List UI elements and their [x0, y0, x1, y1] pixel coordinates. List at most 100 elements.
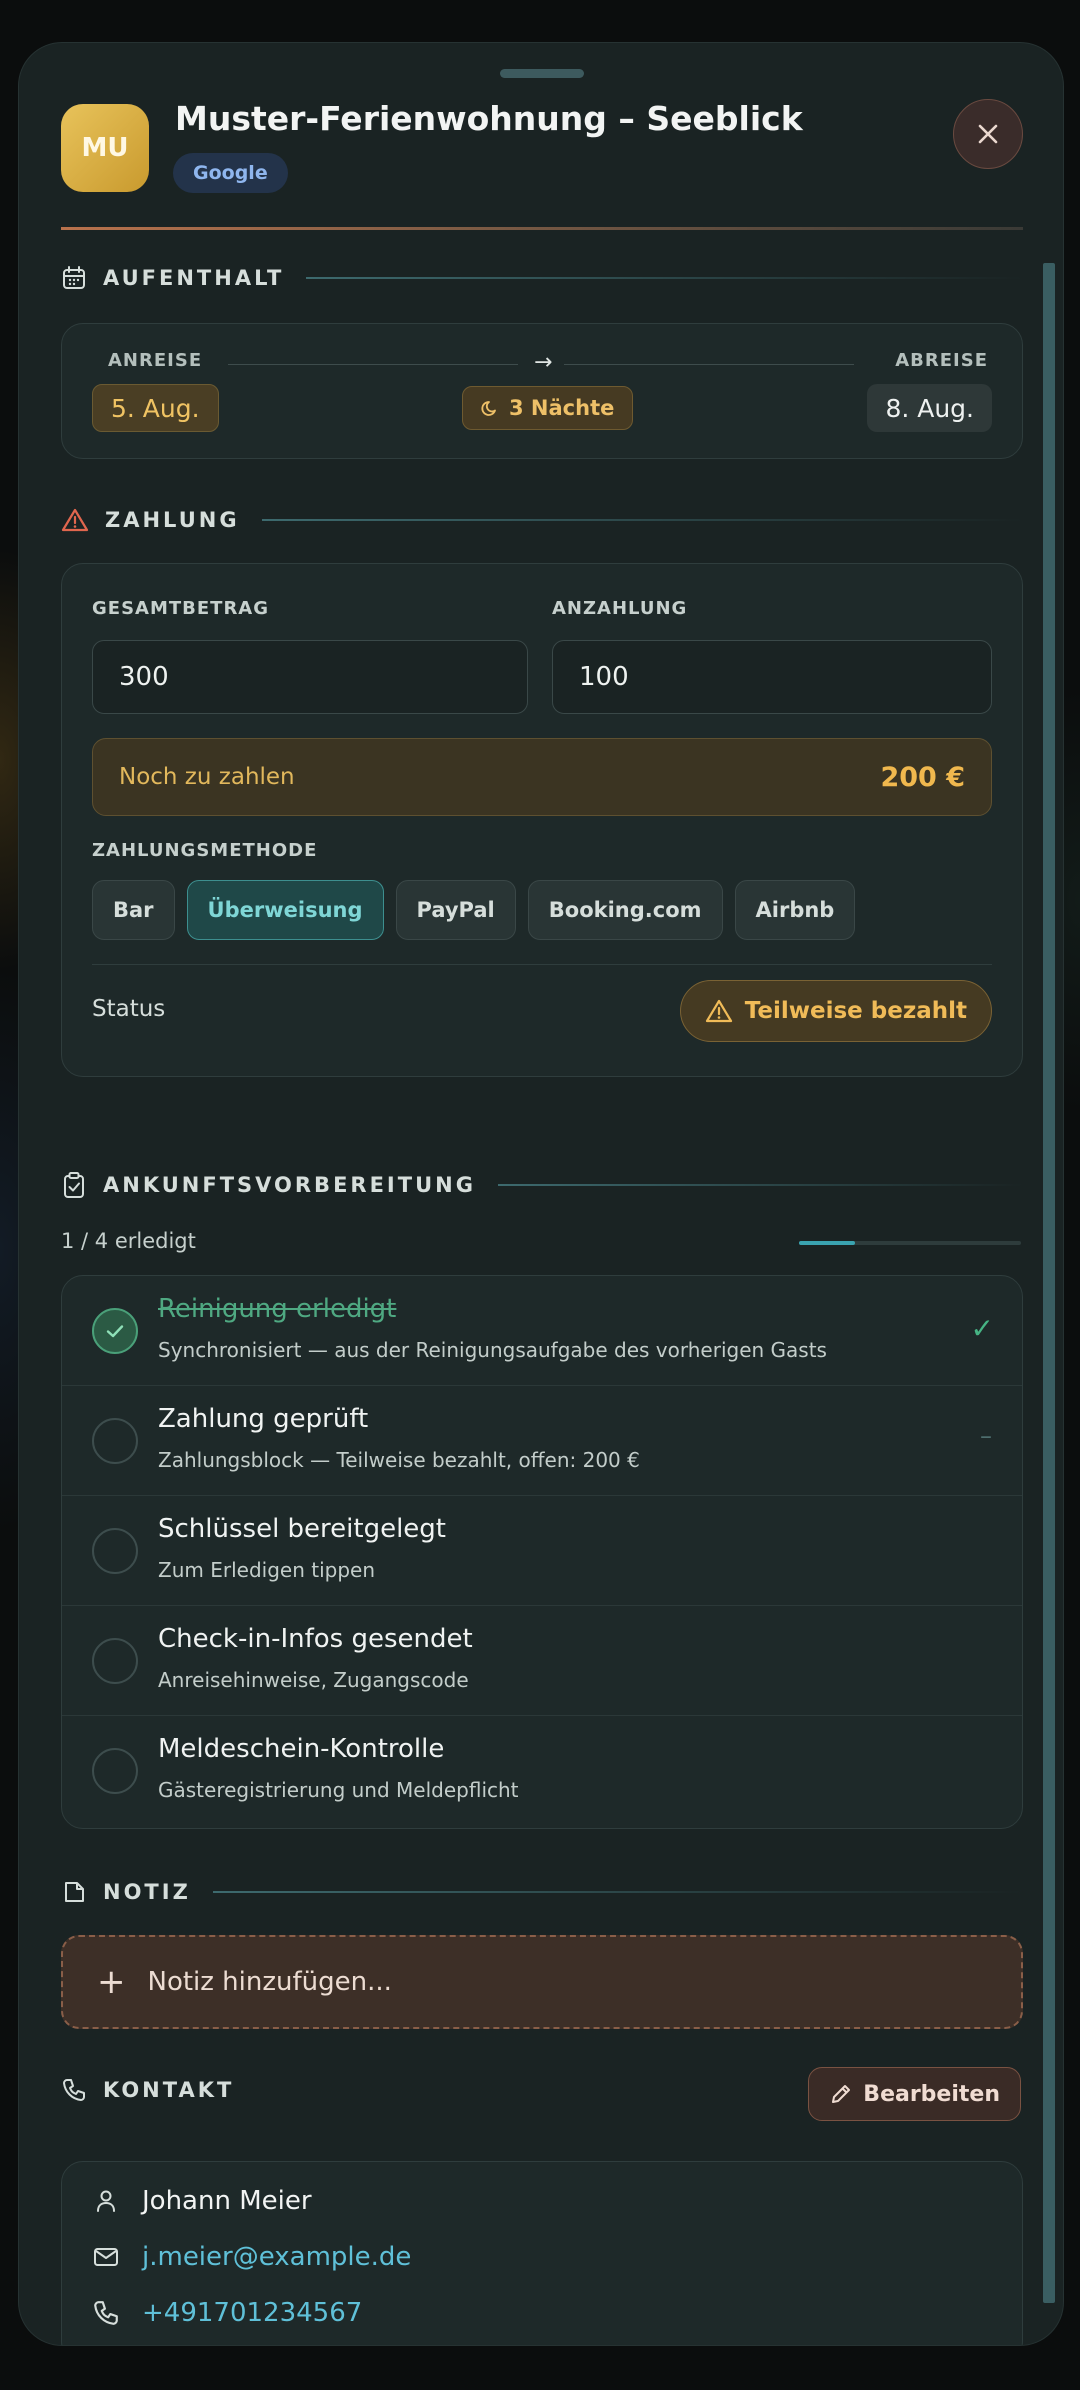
page-title: Muster-Ferienwohnung – Seeblick: [175, 99, 803, 138]
checklist-item-subtitle: Zahlungsblock — Teilweise bezahlt, offen…: [158, 1448, 640, 1472]
section-label: ZAHLUNG: [105, 508, 240, 532]
checklist-item[interactable]: Zahlung geprüft Zahlungsblock — Teilweis…: [62, 1386, 1022, 1496]
payment-section-header: ZAHLUNG: [61, 507, 1023, 533]
checklist-item-title: Meldeschein-Kontrolle: [158, 1734, 445, 1764]
checklist-item-title: Reinigung erledigt: [158, 1294, 397, 1324]
contact-name-row: Johann Meier: [92, 2186, 312, 2216]
contact-email-row[interactable]: j.meier@example.de: [92, 2242, 411, 2272]
stay-timeline-right: [564, 364, 854, 365]
checklist-item[interactable]: Reinigung erledigt Synchronisiert — aus …: [62, 1276, 1022, 1386]
deposit-label: ANZAHLUNG: [552, 598, 688, 619]
checkbox-checked[interactable]: [92, 1308, 138, 1354]
payment-card: GESAMTBETRAG 300 ANZAHLUNG 100 Noch zu z…: [61, 563, 1023, 1077]
checkbox[interactable]: [92, 1418, 138, 1464]
note-icon: [61, 1879, 87, 1905]
nights-badge: 3 Nächte: [462, 386, 634, 430]
status-value: Teilweise bezahlt: [744, 998, 967, 1024]
total-amount-input[interactable]: 300: [92, 640, 528, 714]
payment-method-group: Bar Überweisung PayPal Booking.com Airbn…: [92, 880, 856, 940]
method-chip-cash[interactable]: Bar: [92, 880, 175, 940]
payment-method-label: ZAHLUNGSMETHODE: [92, 840, 318, 861]
booking-detail-sheet: MU Muster-Ferienwohnung – Seeblick Googl…: [18, 42, 1064, 2346]
checkmark-icon: ✓: [970, 1312, 994, 1345]
note-section-header: NOTIZ: [61, 1879, 1023, 1905]
checklist-item-title: Check-in-Infos gesendet: [158, 1624, 473, 1654]
drag-handle[interactable]: [500, 69, 584, 78]
section-divider: [261, 519, 1023, 521]
clipboard-check-icon: [61, 1171, 87, 1199]
section-label: KONTAKT: [103, 2078, 235, 2102]
plus-icon: +: [97, 1962, 126, 2002]
warning-icon: [705, 998, 733, 1024]
section-label: ANKUNFTSVORBEREITUNG: [103, 1173, 476, 1197]
checklist-item[interactable]: Meldeschein-Kontrolle Gästeregistrierung…: [62, 1716, 1022, 1826]
contact-name: Johann Meier: [142, 2186, 312, 2216]
amount-due-value: 200 €: [880, 761, 965, 793]
amount-due-label: Noch zu zahlen: [119, 764, 295, 790]
departure-label: ABREISE: [895, 350, 988, 371]
add-note-button[interactable]: + Notiz hinzufügen...: [61, 1935, 1023, 2029]
phone-icon: [92, 2299, 120, 2327]
checklist-item[interactable]: Schlüssel bereitgelegt Zum Erledigen tip…: [62, 1496, 1022, 1606]
progress-text: 1 / 4 erledigt: [61, 1229, 196, 1253]
close-icon: [975, 121, 1001, 147]
method-chip-booking[interactable]: Booking.com: [527, 880, 723, 940]
arrival-date[interactable]: 5. Aug.: [92, 384, 219, 432]
user-icon: [92, 2187, 120, 2215]
edit-label: Bearbeiten: [863, 2081, 1000, 2107]
progress-fill: [799, 1241, 855, 1245]
add-note-label: Notiz hinzufügen...: [147, 1967, 392, 1997]
contact-phone-link[interactable]: +491701234567: [142, 2298, 362, 2328]
section-divider: [212, 1891, 1023, 1893]
contact-phone-row[interactable]: +491701234567: [92, 2298, 362, 2328]
pencil-icon: [829, 2082, 853, 2106]
arrival-label: ANREISE: [108, 350, 203, 371]
checklist-item-title: Schlüssel bereitgelegt: [158, 1514, 447, 1544]
section-divider: [306, 277, 1023, 279]
section-divider: [497, 1184, 1023, 1186]
stay-section-header: AUFENTHALT: [61, 265, 1023, 291]
total-label: GESAMTBETRAG: [92, 598, 270, 619]
departure-date[interactable]: 8. Aug.: [867, 384, 992, 432]
section-label: NOTIZ: [103, 1880, 191, 1904]
contact-section-header: KONTAKT: [61, 2077, 761, 2103]
contact-email-link[interactable]: j.meier@example.de: [142, 2242, 411, 2272]
arrival-checklist: Reinigung erledigt Synchronisiert — aus …: [61, 1275, 1023, 1829]
amount-due-box: Noch zu zahlen 200 €: [92, 738, 992, 816]
stay-timeline-left: [228, 364, 518, 365]
edit-contact-button[interactable]: Bearbeiten: [808, 2067, 1021, 2121]
arrow-right-icon: →: [534, 350, 553, 375]
stay-card: ANREISE 5. Aug. → 3 Nächte ABREISE 8. Au…: [61, 323, 1023, 459]
calendar-icon: [61, 265, 87, 291]
method-chip-transfer[interactable]: Überweisung: [186, 880, 384, 940]
mail-icon: [92, 2243, 120, 2271]
checklist-item-subtitle: Anreisehinweise, Zugangscode: [158, 1668, 469, 1692]
deposit-input[interactable]: 100: [552, 640, 992, 714]
section-label: AUFENTHALT: [103, 266, 285, 290]
checklist-item-subtitle: Gästeregistrierung und Meldepflicht: [158, 1778, 519, 1802]
progress-bar: [799, 1241, 1021, 1245]
contact-card: Johann Meier j.meier@example.de +4917012…: [61, 2161, 1023, 2345]
source-badge: Google: [173, 153, 288, 193]
checkbox[interactable]: [92, 1528, 138, 1574]
warning-icon: [61, 507, 89, 533]
avatar: MU: [61, 104, 149, 192]
checkbox[interactable]: [92, 1748, 138, 1794]
checkbox[interactable]: [92, 1638, 138, 1684]
moon-icon: [481, 398, 501, 418]
pending-dash-icon: –: [980, 1422, 992, 1450]
nights-label: 3 Nächte: [509, 396, 615, 420]
payment-status-badge[interactable]: Teilweise bezahlt: [679, 980, 992, 1042]
status-label: Status: [92, 996, 166, 1022]
close-button[interactable]: [953, 99, 1023, 169]
phone-icon: [61, 2077, 87, 2103]
payment-divider: [92, 964, 992, 965]
checklist-item[interactable]: Check-in-Infos gesendet Anreisehinweise,…: [62, 1606, 1022, 1716]
method-chip-airbnb[interactable]: Airbnb: [734, 880, 856, 940]
header-divider: [61, 227, 1023, 230]
method-chip-paypal[interactable]: PayPal: [395, 880, 516, 940]
checklist-item-subtitle: Synchronisiert — aus der Reinigungsaufga…: [158, 1338, 827, 1362]
scrollbar[interactable]: [1043, 263, 1055, 2303]
checklist-item-title: Zahlung geprüft: [158, 1404, 369, 1434]
arrival-prep-section-header: ANKUNFTSVORBEREITUNG: [61, 1171, 1023, 1199]
